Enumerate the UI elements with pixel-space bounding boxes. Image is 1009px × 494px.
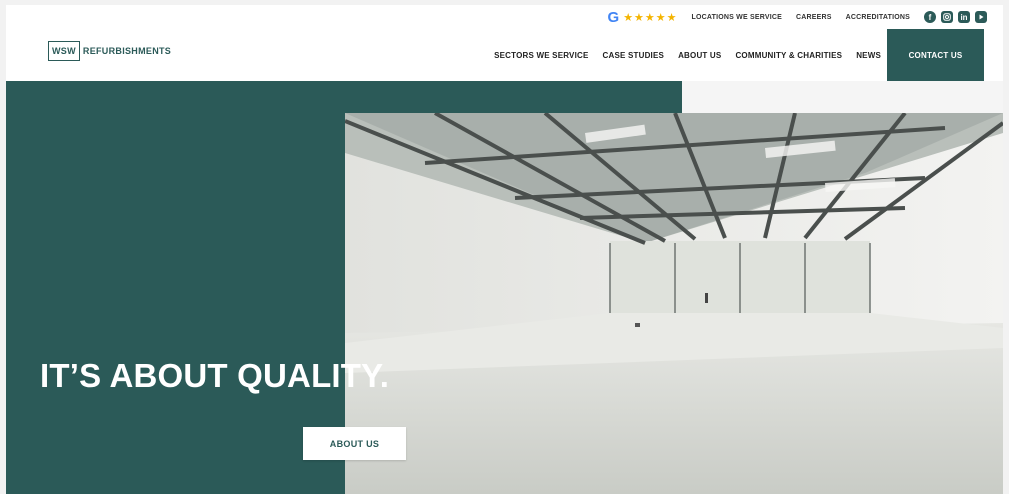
instagram-icon[interactable] <box>941 11 953 23</box>
facebook-icon[interactable]: f <box>924 11 936 23</box>
youtube-icon[interactable] <box>975 11 987 23</box>
rating-stars: ★★★★★ <box>623 11 678 24</box>
hero-title: IT’S ABOUT QUALITY. <box>40 357 390 394</box>
accreditations-link[interactable]: ACCREDITATIONS <box>846 14 910 21</box>
logo-mark: WSW <box>48 41 80 61</box>
about-us-button[interactable]: ABOUT US <box>303 427 406 460</box>
google-rating[interactable]: G ★★★★★ <box>608 10 678 25</box>
nav-menu: SECTORS WE SERVICE CASE STUDIES ABOUT US… <box>494 29 881 81</box>
nav-news[interactable]: NEWS <box>856 51 881 60</box>
google-icon: G <box>607 8 620 26</box>
main-nav: WSW REFURBISHMENTS SECTORS WE SERVICE CA… <box>6 29 1003 81</box>
nav-community-charities[interactable]: COMMUNITY & CHARITIES <box>735 51 842 60</box>
social-links: f in <box>924 11 987 23</box>
nav-about-us[interactable]: ABOUT US <box>678 51 721 60</box>
hero-spacer <box>682 81 1003 113</box>
nav-sectors[interactable]: SECTORS WE SERVICE <box>494 51 588 60</box>
utility-bar: G ★★★★★ LOCATIONS WE SERVICE CAREERS ACC… <box>6 5 1003 29</box>
logo-text: REFURBISHMENTS <box>82 46 172 56</box>
linkedin-icon[interactable]: in <box>958 11 970 23</box>
contact-us-button[interactable]: CONTACT US <box>887 29 984 81</box>
careers-link[interactable]: CAREERS <box>796 14 832 21</box>
warehouse-image <box>345 113 1003 494</box>
locations-link[interactable]: LOCATIONS WE SERVICE <box>692 14 782 21</box>
site-logo[interactable]: WSW REFURBISHMENTS <box>48 41 171 61</box>
nav-case-studies[interactable]: CASE STUDIES <box>603 51 665 60</box>
page: G ★★★★★ LOCATIONS WE SERVICE CAREERS ACC… <box>6 5 1003 494</box>
